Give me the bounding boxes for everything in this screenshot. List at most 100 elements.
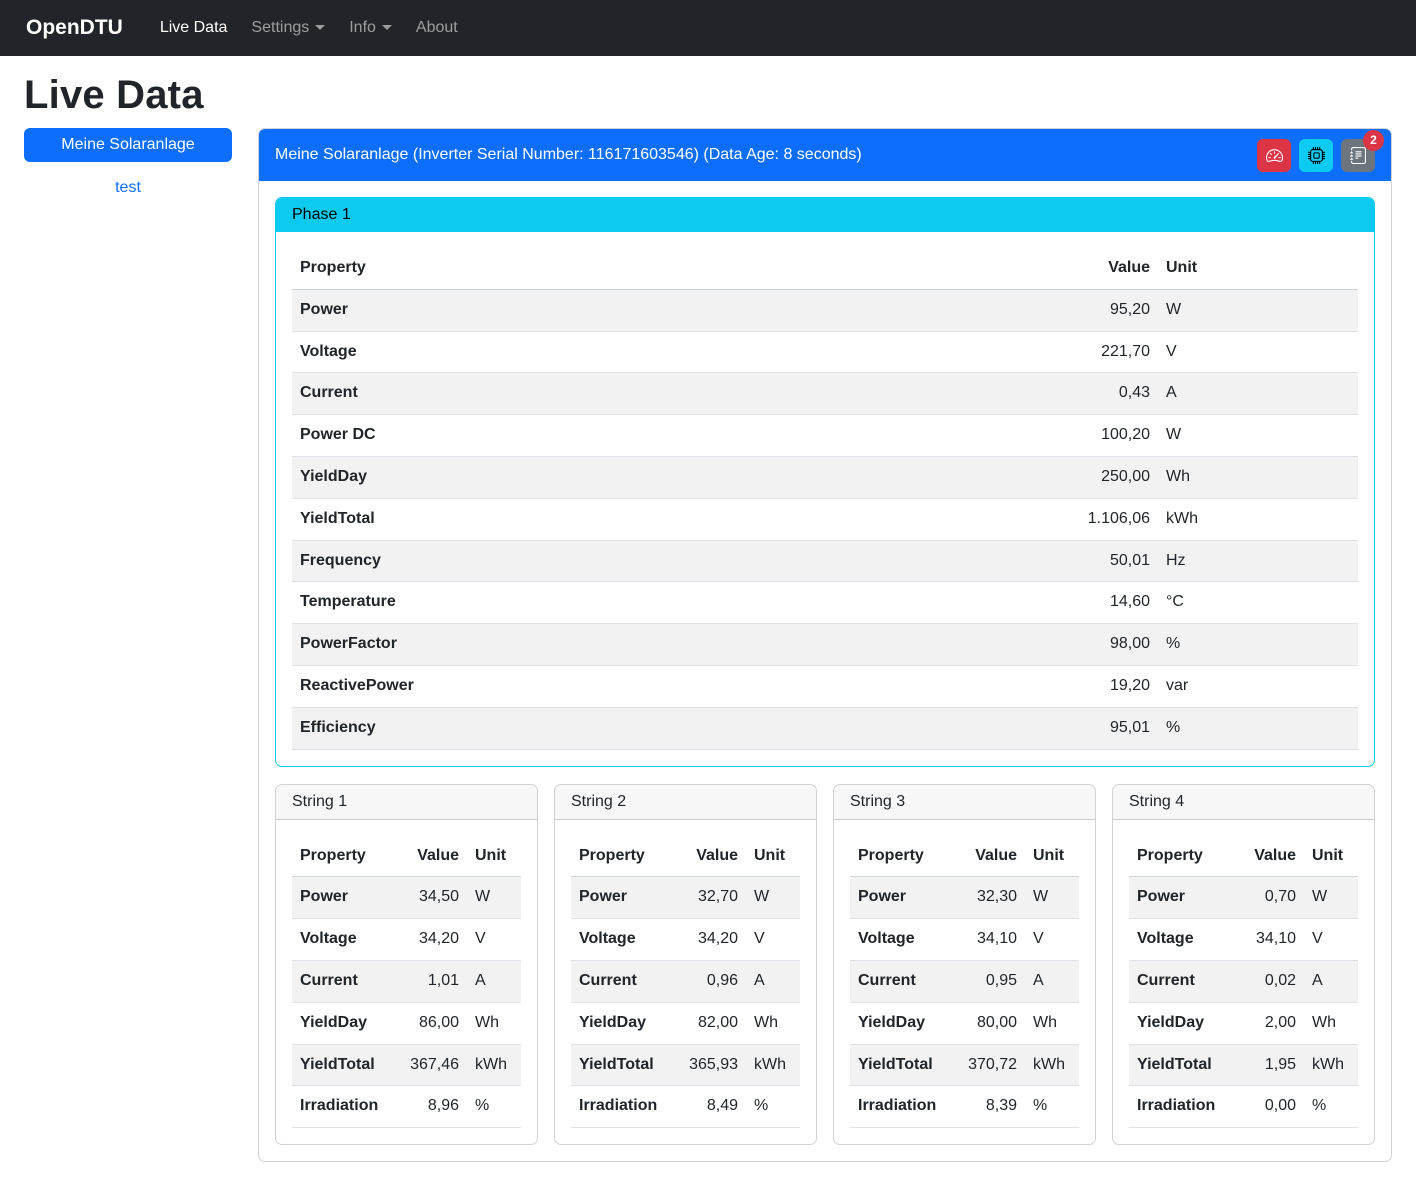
- value-cell: 8,49: [668, 1086, 746, 1128]
- string-card: String 3 PropertyValueUnitPower32,30WVolt…: [833, 784, 1096, 1146]
- unit-cell: kWh: [467, 1044, 521, 1086]
- table-row: Current1,01A: [292, 960, 521, 1002]
- unit-cell: °C: [1158, 582, 1358, 624]
- string-card-body: PropertyValueUnitPower0,70WVoltage34,10V…: [1113, 820, 1374, 1145]
- nav-item-info-label: Info: [349, 19, 376, 36]
- nav-item-about[interactable]: About: [407, 11, 467, 44]
- data-table: PropertyValueUnitPower34,50WVoltage34,20…: [292, 836, 521, 1129]
- table-row: Irradiation8,96%: [292, 1086, 521, 1128]
- column-header: Unit: [746, 836, 800, 877]
- unit-cell: Wh: [1025, 1002, 1079, 1044]
- string-card-header: String 2: [555, 785, 816, 820]
- unit-cell: %: [746, 1086, 800, 1128]
- property-cell: Power: [292, 877, 389, 919]
- property-cell: Efficiency: [292, 707, 1038, 749]
- table-row: YieldTotal365,93kWh: [571, 1044, 800, 1086]
- value-cell: 34,50: [389, 877, 467, 919]
- sidebar-item-test[interactable]: test: [24, 179, 232, 197]
- column-header: Value: [1226, 836, 1304, 877]
- unit-cell: A: [1158, 373, 1358, 415]
- inverter-card-header: Meine Solaranlage (Inverter Serial Numbe…: [259, 129, 1391, 181]
- property-cell: Current: [292, 373, 1038, 415]
- inverter-select-button[interactable]: Meine Solaranlage: [24, 128, 232, 162]
- column-header: Property: [1129, 836, 1226, 877]
- property-cell: Voltage: [292, 331, 1038, 373]
- value-cell: 14,60: [1038, 582, 1158, 624]
- string-card-header: String 3: [834, 785, 1095, 820]
- inverter-sidebar: Meine Solaranlage test: [24, 128, 232, 197]
- nav-item-settings[interactable]: Settings: [242, 11, 334, 44]
- value-cell: 34,10: [947, 919, 1025, 961]
- table-row: PowerFactor98,00%: [292, 624, 1358, 666]
- phase-card: Phase 1 PropertyValueUnitPower95,20WVolt…: [275, 197, 1375, 767]
- inverter-card-body: Phase 1 PropertyValueUnitPower95,20WVolt…: [259, 181, 1391, 1161]
- table-row: YieldDay250,00Wh: [292, 456, 1358, 498]
- speedometer-icon: [1266, 147, 1283, 164]
- property-cell: YieldDay: [850, 1002, 947, 1044]
- value-cell: 50,01: [1038, 540, 1158, 582]
- property-cell: YieldDay: [292, 456, 1038, 498]
- value-cell: 34,20: [668, 919, 746, 961]
- property-cell: YieldTotal: [1129, 1044, 1226, 1086]
- column-header: Property: [850, 836, 947, 877]
- table-row: YieldDay86,00Wh: [292, 1002, 521, 1044]
- property-cell: Irradiation: [850, 1086, 947, 1128]
- data-table: PropertyValueUnitPower0,70WVoltage34,10V…: [1129, 836, 1358, 1129]
- property-cell: Irradiation: [571, 1086, 668, 1128]
- property-cell: YieldTotal: [292, 498, 1038, 540]
- unit-cell: Wh: [1304, 1002, 1358, 1044]
- property-cell: YieldDay: [1129, 1002, 1226, 1044]
- value-cell: 250,00: [1038, 456, 1158, 498]
- event-log-button[interactable]: 2: [1341, 139, 1375, 172]
- cpu-icon: [1308, 147, 1325, 164]
- unit-cell: var: [1158, 665, 1358, 707]
- power-settings-button[interactable]: [1299, 139, 1333, 172]
- table-header-row: PropertyValueUnit: [850, 836, 1079, 877]
- value-cell: 80,00: [947, 1002, 1025, 1044]
- table-row: Current0,95A: [850, 960, 1079, 1002]
- value-cell: 0,43: [1038, 373, 1158, 415]
- table-row: Power DC100,20W: [292, 415, 1358, 457]
- unit-cell: %: [1158, 624, 1358, 666]
- page-title: Live Data: [24, 73, 1392, 118]
- inverter-card-title: Meine Solaranlage (Inverter Serial Numbe…: [275, 146, 862, 164]
- value-cell: 1.106,06: [1038, 498, 1158, 540]
- value-cell: 86,00: [389, 1002, 467, 1044]
- unit-cell: W: [1304, 877, 1358, 919]
- data-table: PropertyValueUnitPower32,30WVoltage34,10…: [850, 836, 1079, 1129]
- unit-cell: A: [1025, 960, 1079, 1002]
- unit-cell: W: [467, 877, 521, 919]
- value-cell: 34,10: [1226, 919, 1304, 961]
- table-row: Temperature14,60°C: [292, 582, 1358, 624]
- value-cell: 0,70: [1226, 877, 1304, 919]
- value-cell: 1,95: [1226, 1044, 1304, 1086]
- property-cell: PowerFactor: [292, 624, 1038, 666]
- nav-item-live-data[interactable]: Live Data: [151, 11, 237, 44]
- property-cell: Current: [1129, 960, 1226, 1002]
- nav-menu: Live Data Settings Info About: [151, 19, 473, 37]
- column-header: Value: [947, 836, 1025, 877]
- table-row: YieldTotal1,95kWh: [1129, 1044, 1358, 1086]
- unit-cell: A: [746, 960, 800, 1002]
- value-cell: 2,00: [1226, 1002, 1304, 1044]
- nav-item-info[interactable]: Info: [340, 11, 401, 44]
- phase-card-header: Phase 1: [276, 198, 1374, 232]
- string-card-header: String 1: [276, 785, 537, 820]
- property-cell: YieldTotal: [571, 1044, 668, 1086]
- table-row: Voltage34,20V: [571, 919, 800, 961]
- column-header: Unit: [467, 836, 521, 877]
- property-cell: Power: [850, 877, 947, 919]
- unit-cell: Wh: [467, 1002, 521, 1044]
- unit-cell: V: [1158, 331, 1358, 373]
- property-cell: Current: [850, 960, 947, 1002]
- property-cell: Irradiation: [292, 1086, 389, 1128]
- unit-cell: Wh: [1158, 456, 1358, 498]
- table-row: Frequency50,01Hz: [292, 540, 1358, 582]
- inverter-card: Meine Solaranlage (Inverter Serial Numbe…: [258, 128, 1392, 1162]
- table-row: YieldTotal1.106,06kWh: [292, 498, 1358, 540]
- brand-logo[interactable]: OpenDTU: [26, 16, 123, 40]
- unit-cell: W: [746, 877, 800, 919]
- limit-settings-button[interactable]: [1257, 139, 1291, 172]
- property-cell: YieldDay: [571, 1002, 668, 1044]
- string-card-body: PropertyValueUnitPower32,30WVoltage34,10…: [834, 820, 1095, 1145]
